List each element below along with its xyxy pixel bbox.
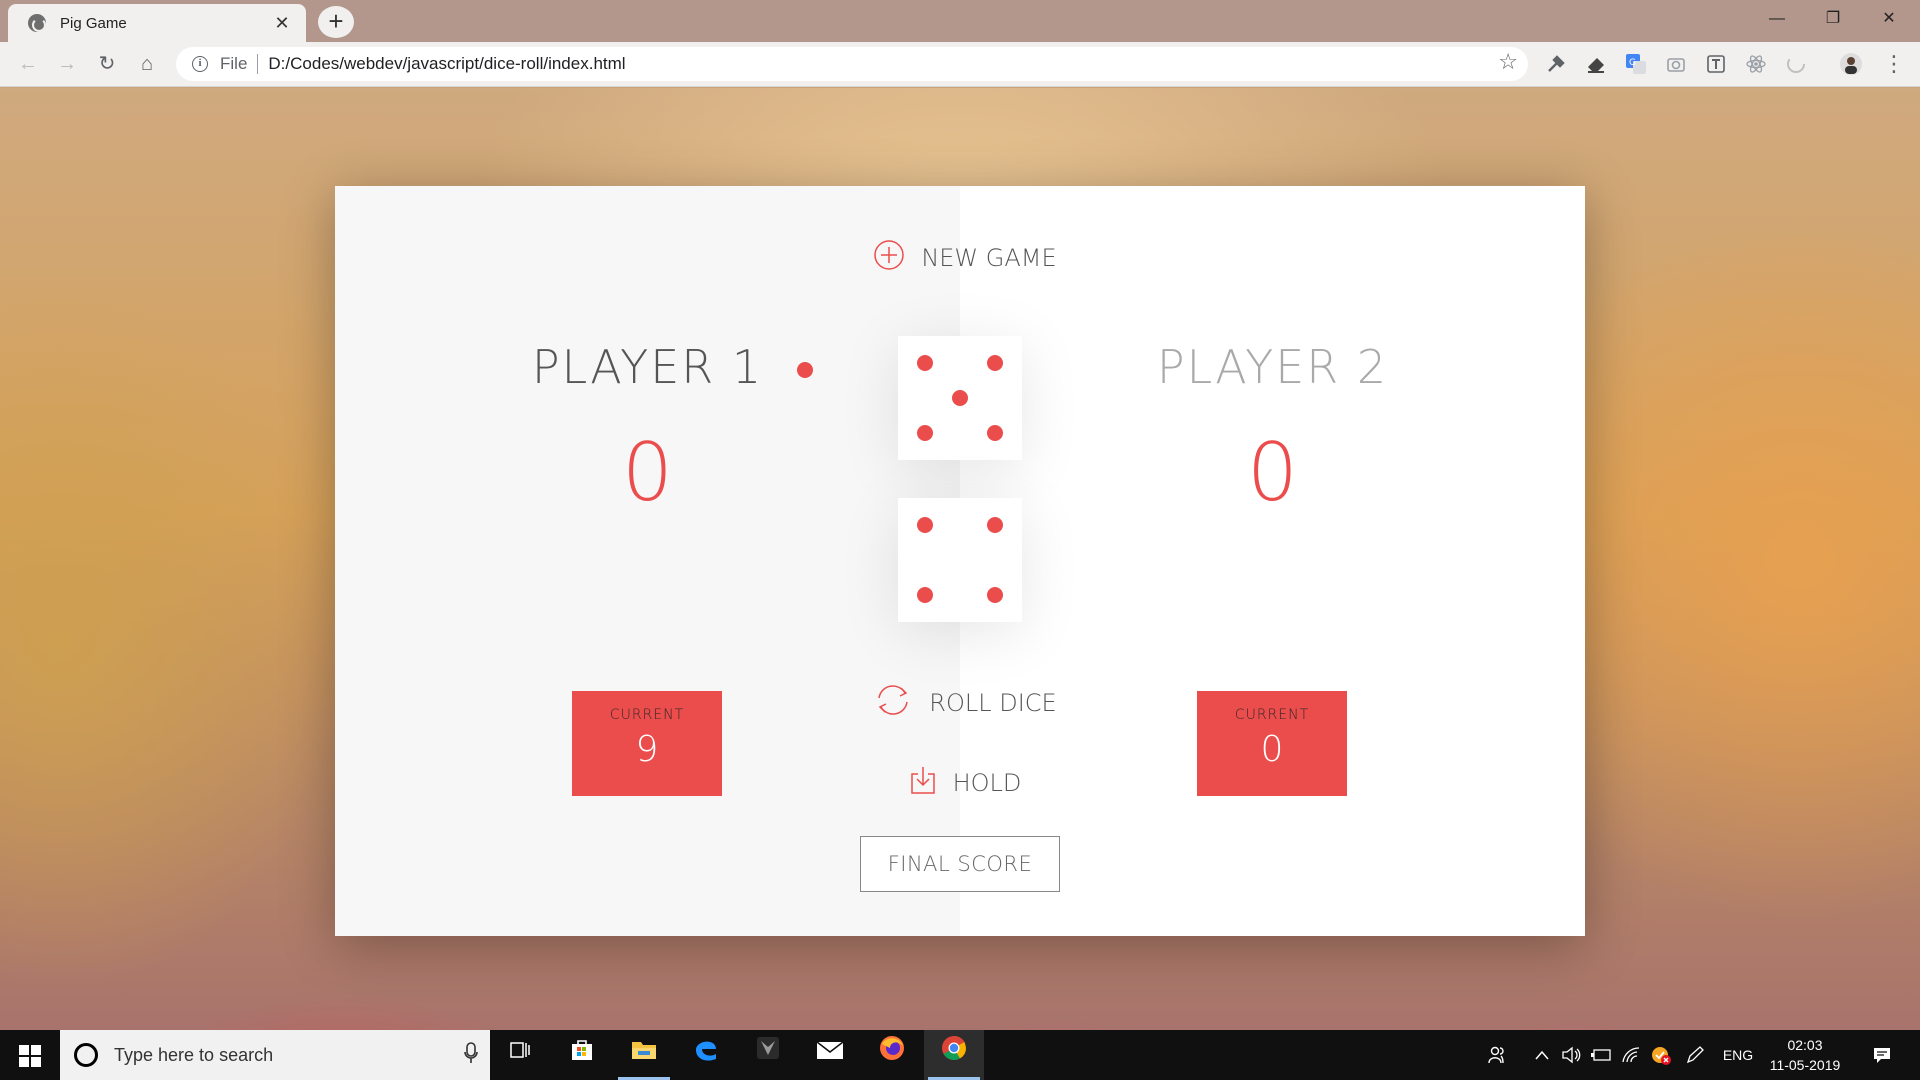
dice-pip (986, 424, 1003, 441)
globe-favicon-icon (28, 14, 46, 32)
refresh-icon (873, 682, 913, 724)
avatar-icon[interactable] (1840, 53, 1862, 75)
dice-pip (986, 517, 1003, 534)
taskbar-clock[interactable]: 02:03 11-05-2019 (1760, 1035, 1850, 1075)
start-button[interactable] (0, 1030, 60, 1080)
text-icon[interactable] (1705, 53, 1727, 75)
translate-icon[interactable]: G (1625, 53, 1647, 75)
wifi-icon[interactable] (1618, 1030, 1644, 1080)
windows-logo-icon (19, 1045, 29, 1055)
language-indicator[interactable]: ENG (1720, 1030, 1756, 1080)
minimize-button[interactable]: — (1749, 0, 1805, 38)
eyedropper-icon[interactable] (1545, 53, 1567, 75)
player-1-current-box: CURRENT 9 (572, 691, 722, 796)
browser-menu-button[interactable]: ⋮ (1878, 48, 1910, 80)
player-2-score: 0 (1247, 426, 1298, 519)
dice-pip (917, 355, 934, 372)
player-2-current-score: 0 (1260, 729, 1284, 770)
react-icon[interactable] (1745, 53, 1767, 75)
player-2-current-box: CURRENT 0 (1197, 691, 1347, 796)
address-bar[interactable]: i File D:/Codes/webdev/javascript/dice-r… (176, 47, 1528, 81)
maximize-button[interactable]: ❐ (1805, 0, 1861, 38)
home-button[interactable]: ⌂ (131, 48, 163, 80)
firefox-icon[interactable] (862, 1030, 922, 1080)
download-tray-icon (909, 765, 937, 801)
dice-pip (986, 355, 1003, 372)
info-icon[interactable]: i (192, 56, 208, 72)
player-2-current-label: CURRENT (1234, 707, 1310, 723)
dice-pip (917, 517, 934, 534)
svg-text:G: G (1629, 58, 1636, 68)
store-icon[interactable] (552, 1030, 612, 1080)
dice-1 (898, 336, 1022, 460)
dice-pip (986, 586, 1003, 603)
hold-label: HOLD (952, 769, 1022, 797)
windows-taskbar: Type here to search ENG 02:03 11-05-2019 (0, 1030, 1920, 1080)
file-explorer-icon[interactable] (614, 1030, 674, 1080)
back-button[interactable]: ← (12, 48, 44, 80)
volume-icon[interactable] (1558, 1030, 1584, 1080)
pen-icon[interactable] (1682, 1030, 1708, 1080)
clock-date: 11-05-2019 (1769, 1057, 1841, 1073)
people-icon[interactable] (1482, 1030, 1512, 1080)
chrome-icon[interactable] (924, 1030, 984, 1080)
microphone-icon[interactable] (464, 1042, 478, 1070)
search-placeholder: Type here to search (114, 1044, 274, 1065)
roll-dice-label: ROLL DICE (929, 689, 1057, 717)
address-url[interactable]: D:/Codes/webdev/javascript/dice-roll/ind… (268, 54, 625, 74)
dice-2 (898, 498, 1022, 622)
player-1-score: 0 (622, 426, 673, 519)
clock-time: 02:03 (1787, 1037, 1823, 1053)
bookmark-star-icon[interactable]: ☆ (1498, 49, 1518, 75)
close-window-button[interactable]: ✕ (1861, 0, 1917, 38)
hold-button[interactable]: HOLD (890, 761, 1040, 805)
player-2-panel: PLAYER 2 0 CURRENT 0 (960, 186, 1585, 936)
new-tab-button[interactable]: + (318, 6, 354, 38)
eraser-icon[interactable] (1585, 53, 1607, 75)
taskbar-search-box[interactable]: Type here to search (60, 1030, 490, 1080)
dice-pip (917, 424, 934, 441)
dice-pip (952, 390, 968, 406)
player-1-name: PLAYER 1 (531, 340, 764, 394)
active-player-indicator (797, 362, 814, 378)
loader-icon[interactable] (1785, 53, 1807, 75)
reload-button[interactable]: ↻ (91, 48, 123, 80)
cortana-icon (74, 1043, 98, 1067)
new-game-button[interactable]: NEW GAME (865, 236, 1065, 280)
game-app-icon[interactable] (738, 1030, 798, 1080)
tab-close-icon[interactable]: ✕ (272, 13, 292, 34)
browser-tab-strip: Pig Game ✕ + — ❐ ✕ (0, 0, 1920, 42)
address-divider (257, 54, 259, 74)
game-panel: PLAYER 1 0 CURRENT 9 PLAYER 2 0 CURRENT … (335, 186, 1585, 936)
battery-icon[interactable] (1588, 1030, 1614, 1080)
chevron-up-icon[interactable] (1530, 1030, 1554, 1080)
player-1-current-label: CURRENT (609, 707, 685, 723)
forward-button[interactable]: → (51, 48, 83, 80)
security-alert-icon[interactable] (1648, 1030, 1674, 1080)
dice-pip (917, 586, 934, 603)
player-1-panel: PLAYER 1 0 CURRENT 9 (335, 186, 960, 936)
camera-icon[interactable] (1665, 53, 1687, 75)
tab-title: Pig Game (60, 14, 127, 32)
browser-tab[interactable]: Pig Game ✕ (8, 4, 306, 42)
scheme-label: File (220, 54, 248, 73)
notifications-icon[interactable] (1864, 1030, 1900, 1080)
player-2-name: PLAYER 2 (1156, 340, 1389, 394)
mail-icon[interactable] (800, 1030, 860, 1080)
new-game-label: NEW GAME (921, 244, 1057, 272)
task-view-icon[interactable] (490, 1030, 550, 1080)
plus-circle-icon (873, 239, 905, 277)
browser-toolbar: ← → ↻ ⌂ i File D:/Codes/webdev/javascrip… (0, 42, 1920, 87)
edge-icon[interactable] (676, 1030, 736, 1080)
roll-dice-button[interactable]: ROLL DICE (860, 681, 1070, 725)
final-score-input[interactable] (860, 836, 1060, 892)
player-1-current-score: 9 (635, 729, 659, 770)
